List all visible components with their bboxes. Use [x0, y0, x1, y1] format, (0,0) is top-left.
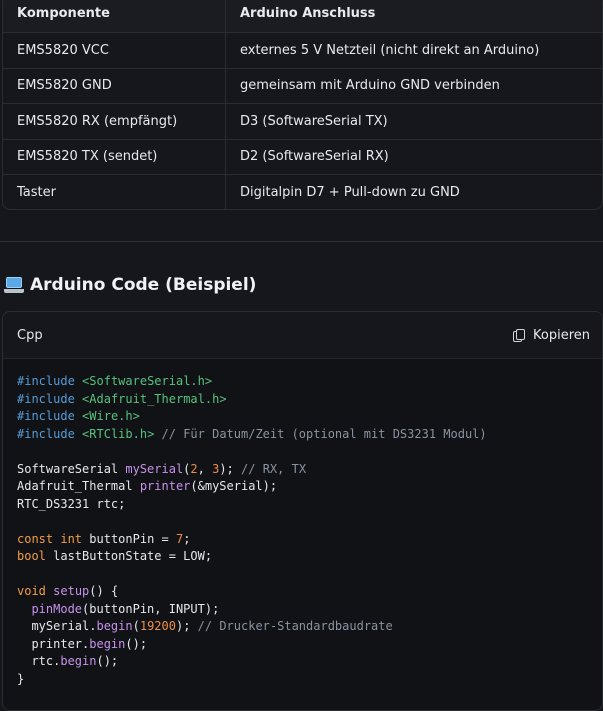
code-token: ); [219, 461, 242, 476]
code-line: Adafruit_Thermal printer(&mySerial); [17, 479, 277, 493]
code-token: } [17, 671, 25, 686]
code-content[interactable]: #include <SoftwareSerial.h> #include <Ad… [3, 359, 602, 702]
column-header-anschluss: Arduino Anschluss [240, 6, 376, 21]
code-token: printer [139, 479, 191, 493]
code-token: rtc. [17, 654, 61, 668]
table-cell: externes 5 V Netzteil (nicht direkt an A… [240, 42, 540, 58]
code-line: #include <RTClib.h> // Für Datum/Zeit (o… [17, 427, 487, 441]
code-line: RTC_DS3231 rtc; [17, 497, 125, 511]
code-token: () { [89, 584, 119, 598]
code-token: ; [183, 531, 191, 546]
table-row: EMS5820 GND gemeinsam mit Arduino GND ve… [3, 68, 602, 104]
code-token: (&mySerial); [190, 479, 278, 493]
code-block: Cpp Kopieren #include <SoftwareSerial.h>… [2, 311, 603, 711]
section-heading: Arduino Code (Beispiel) [4, 272, 256, 298]
code-token: include [24, 426, 75, 441]
code-token: pinMode [31, 601, 83, 616]
code-token: (); [96, 654, 119, 668]
code-token: Adafruit_Thermal [17, 479, 140, 493]
code-token: <Wire.h> [82, 409, 140, 423]
code-token: include [24, 409, 75, 423]
code-line: #include <Adafruit_Thermal.h> [17, 392, 227, 406]
table-cell: D3 (SoftwareSerial TX) [240, 113, 388, 129]
code-line: bool lastButtonState = LOW; [17, 549, 212, 563]
copy-button-label: Kopieren [533, 327, 590, 343]
code-line: #include <SoftwareSerial.h> [17, 374, 212, 388]
code-token: // RX, TX [241, 461, 307, 476]
code-token: SoftwareSerial [17, 461, 126, 476]
table-row: Taster Digitalpin D7 + Pull-down zu GND [3, 175, 602, 209]
table-cell: Digitalpin D7 + Pull-down zu GND [240, 185, 460, 201]
code-line: printer.begin(); [17, 637, 147, 651]
code-line: pinMode(buttonPin, INPUT); [17, 602, 219, 616]
section-title: Arduino Code (Beispiel) [30, 275, 257, 295]
code-token: include [24, 391, 75, 406]
code-token: ( [132, 619, 140, 633]
code-line: rtc.begin(); [17, 654, 118, 668]
laptop-icon [4, 277, 24, 293]
code-token: <Adafruit_Thermal.h> [82, 391, 227, 406]
code-token: 19200 [139, 619, 176, 633]
table-row: EMS5820 RX (empfängt) D3 (SoftwareSerial… [3, 104, 602, 140]
table-cell: EMS5820 VCC [3, 33, 226, 68]
code-token: void [17, 584, 46, 598]
code-line: const int buttonPin = 7; [17, 532, 190, 546]
column-header-komponente: Komponente [3, 0, 226, 32]
code-token: buttonPin = [82, 531, 176, 546]
code-language-label: Cpp [17, 327, 43, 343]
copy-icon [513, 328, 525, 342]
code-block-header: Cpp Kopieren [3, 312, 602, 359]
code-token: int [60, 531, 83, 546]
code-token: setup [53, 584, 90, 598]
table-cell: Taster [3, 175, 226, 209]
code-token: 2 [190, 461, 198, 476]
code-token: include [24, 374, 75, 388]
code-token: mySerial [125, 461, 184, 476]
table-cell: gemeinsam mit Arduino GND verbinden [240, 78, 500, 94]
code-token: (); [125, 636, 148, 651]
code-line: SoftwareSerial mySerial(2, 3); // RX, TX [17, 462, 306, 476]
code-token: printer. [17, 636, 90, 651]
table-row: EMS5820 VCC externes 5 V Netzteil (nicht… [3, 33, 602, 69]
code-token: , [197, 461, 213, 476]
code-token: // Drucker-Standardbaudrate [197, 619, 393, 633]
code-line: } [17, 672, 24, 686]
table-cell: EMS5820 RX (empfängt) [3, 104, 226, 139]
table-cell: EMS5820 TX (sendet) [3, 139, 226, 174]
code-token: const [17, 531, 54, 546]
copy-button[interactable]: Kopieren [513, 328, 590, 343]
table-cell: D2 (SoftwareSerial RX) [240, 149, 389, 165]
code-token: // Für Datum/Zeit (optional mit DS3231 M… [154, 426, 487, 441]
code-token: <SoftwareSerial.h> [82, 374, 213, 388]
code-token: RTC_DS3231 rtc; [17, 496, 126, 511]
section-divider [0, 241, 603, 242]
code-token: ); [175, 619, 198, 633]
code-line: void setup() { [17, 584, 118, 598]
code-line: #include <Wire.h> [17, 409, 140, 423]
code-token: begin [89, 636, 126, 651]
code-token: begin [96, 619, 133, 633]
table-row: EMS5820 TX (sendet) D2 (SoftwareSerial R… [3, 139, 602, 175]
code-token: lastButtonState = LOW; [45, 549, 213, 563]
table-cell: EMS5820 GND [3, 68, 226, 103]
code-line: mySerial.begin(19200); // Drucker-Standa… [17, 619, 393, 633]
code-token: begin [60, 654, 97, 668]
code-token: (buttonPin, INPUT); [82, 601, 220, 616]
code-token: mySerial. [17, 619, 97, 633]
connection-table: Komponente Arduino Anschluss EMS5820 VCC… [2, 0, 603, 210]
code-token: bool [17, 549, 46, 563]
table-header-row: Komponente Arduino Anschluss [3, 0, 602, 33]
code-token: <RTClib.h> [82, 426, 155, 441]
